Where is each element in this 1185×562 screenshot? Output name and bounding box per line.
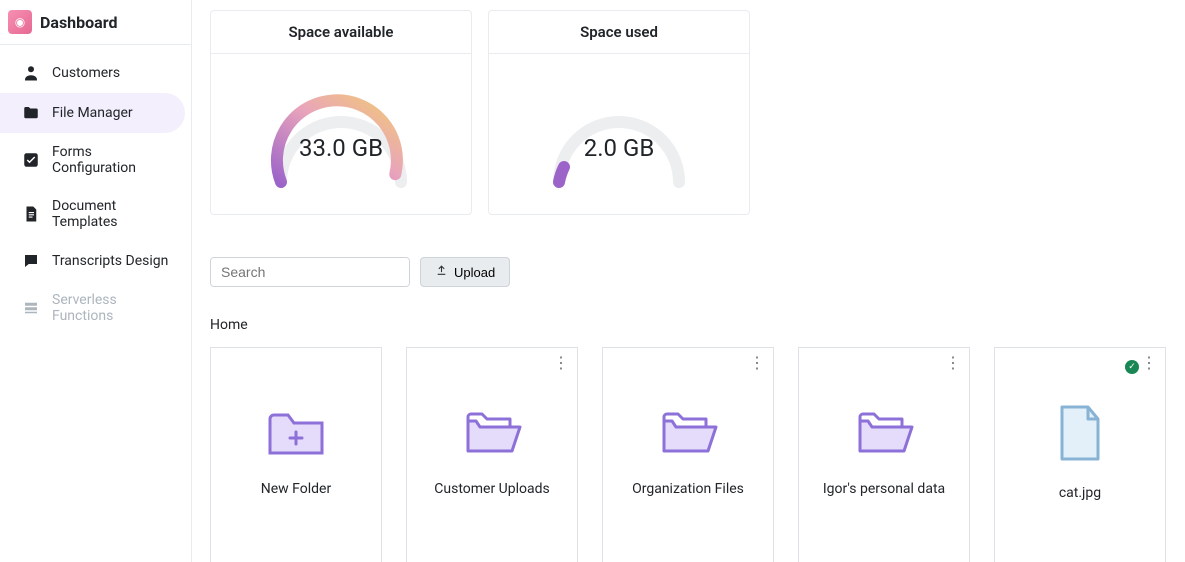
- person-icon: [22, 64, 40, 82]
- nav: Customers File Manager Forms Configurati…: [0, 45, 191, 335]
- sidebar-item-label: Customers: [52, 65, 120, 81]
- brand-header: Dashboard: [0, 0, 191, 45]
- gauge-title: Space available: [211, 11, 471, 54]
- gauge-row: Space available 33.0 GB: [210, 10, 1171, 215]
- card-menu-icon[interactable]: ⋮: [749, 358, 765, 368]
- gauge-space-available: Space available 33.0 GB: [210, 10, 472, 215]
- card-label: New Folder: [253, 481, 339, 497]
- card-label: Igor's personal data: [815, 481, 953, 497]
- card-label: cat.jpg: [1051, 485, 1109, 501]
- sidebar-item-file-manager[interactable]: File Manager: [0, 93, 185, 133]
- upload-label: Upload: [454, 265, 495, 280]
- brand-logo-icon: [8, 10, 32, 34]
- sidebar: Dashboard Customers File Manager Forms C…: [0, 0, 192, 562]
- brand-title: Dashboard: [40, 13, 117, 32]
- gauge-value: 33.0 GB: [241, 134, 441, 162]
- card-folder[interactable]: ⋮ Igor's personal data: [798, 347, 970, 562]
- gauge-value: 2.0 GB: [519, 134, 719, 162]
- gauge-chart: 33.0 GB: [241, 62, 441, 202]
- upload-button[interactable]: Upload: [420, 257, 510, 287]
- sidebar-item-label: Forms Configuration: [52, 144, 177, 176]
- search-wrap: [210, 257, 410, 287]
- breadcrumb-path: Home: [210, 317, 248, 333]
- card-label: Customer Uploads: [426, 481, 557, 497]
- card-folder[interactable]: ⋮ Organization Files: [602, 347, 774, 562]
- sidebar-item-transcripts-design[interactable]: Transcripts Design: [0, 241, 191, 281]
- sidebar-item-label: File Manager: [52, 105, 133, 121]
- document-icon: [22, 205, 40, 223]
- folder-icon: [22, 104, 40, 122]
- toolbar: Upload: [210, 257, 1171, 287]
- gauge-space-used: Space used 2.0 GB: [488, 10, 750, 215]
- gauge-chart: 2.0 GB: [519, 62, 719, 202]
- card-new-folder[interactable]: New Folder: [210, 347, 382, 562]
- card-menu-icon[interactable]: ⋮: [945, 358, 961, 368]
- open-folder-icon: [462, 407, 522, 463]
- upload-icon: [435, 264, 448, 280]
- checkbox-icon: [22, 151, 40, 169]
- main-content: Space available 33.0 GB: [192, 0, 1185, 562]
- card-menu-icon[interactable]: ⋮: [553, 358, 569, 368]
- chat-icon: [22, 252, 40, 270]
- breadcrumb[interactable]: Home: [210, 317, 1171, 333]
- sidebar-item-customers[interactable]: Customers: [0, 53, 191, 93]
- card-file[interactable]: ✓ ⋮ cat.jpg: [994, 347, 1166, 562]
- card-folder[interactable]: ⋮ Customer Uploads: [406, 347, 578, 562]
- new-folder-icon: [266, 407, 326, 463]
- search-input[interactable]: [211, 258, 410, 286]
- open-folder-icon: [658, 407, 718, 463]
- sidebar-item-forms-configuration[interactable]: Forms Configuration: [0, 133, 191, 187]
- gauge-title: Space used: [489, 11, 749, 54]
- sidebar-item-label: Transcripts Design: [52, 253, 168, 269]
- file-icon: [1056, 403, 1104, 467]
- card-label: Organization Files: [624, 481, 752, 497]
- sidebar-item-label: Document Templates: [52, 198, 177, 230]
- check-icon: ✓: [1125, 360, 1139, 374]
- layers-icon: [22, 299, 40, 317]
- sidebar-item-document-templates[interactable]: Document Templates: [0, 187, 191, 241]
- sidebar-item-serverless-functions: Serverless Functions: [0, 281, 191, 335]
- sidebar-item-label: Serverless Functions: [52, 292, 177, 324]
- file-cards: New Folder ⋮ Customer Uploads ⋮: [210, 347, 1171, 562]
- card-menu-icon[interactable]: ⋮: [1141, 358, 1157, 368]
- open-folder-icon: [854, 407, 914, 463]
